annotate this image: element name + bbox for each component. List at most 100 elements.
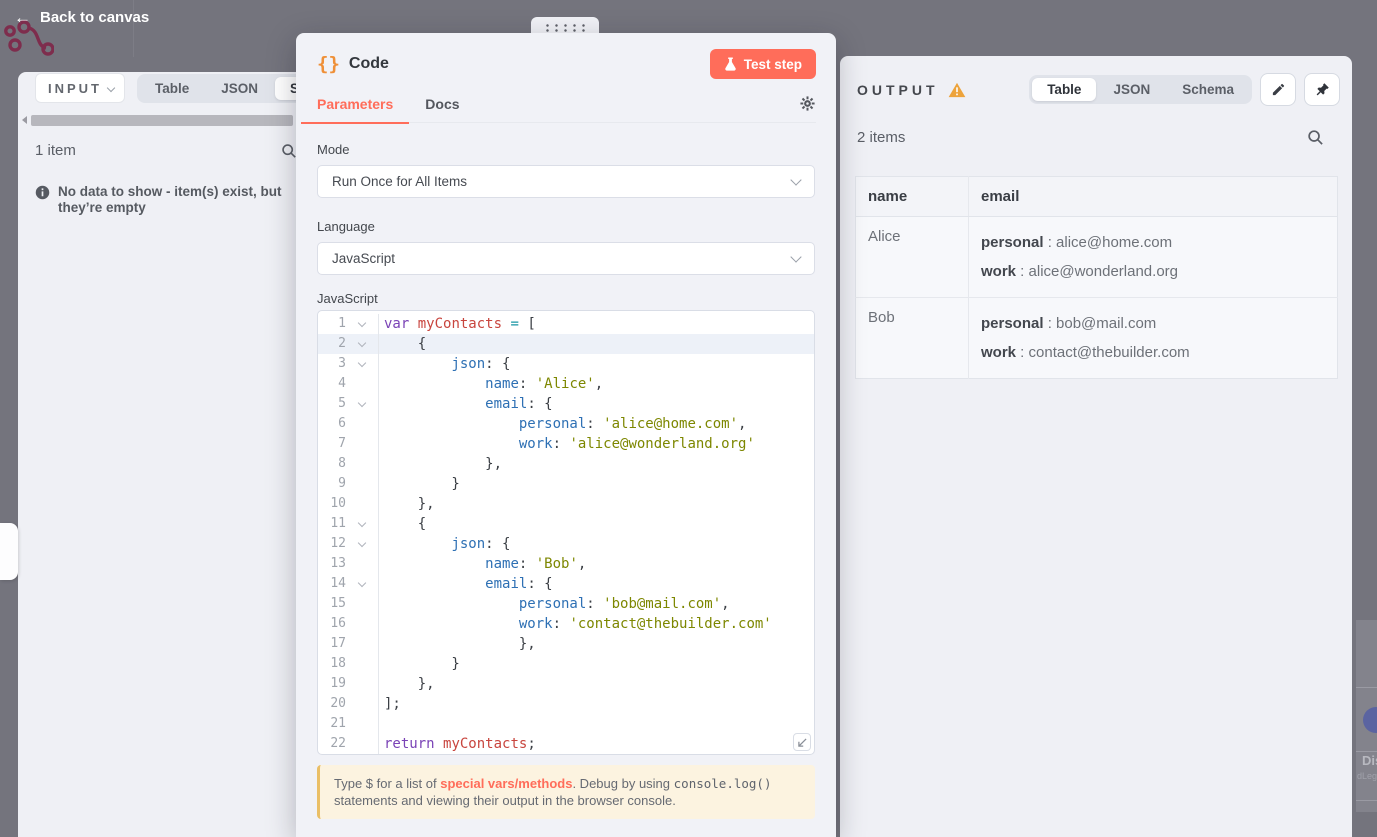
line-number: 19	[330, 676, 346, 691]
input-selector-dropdown[interactable]: INPUT	[35, 73, 125, 103]
scrollbar-thumb[interactable]	[31, 114, 293, 126]
node-edge-line	[1356, 800, 1377, 801]
code-line[interactable]: 9 }	[318, 474, 814, 494]
code-text: ];	[384, 696, 401, 712]
pin-data-button[interactable]	[1304, 73, 1340, 106]
fold-gutter	[346, 414, 379, 434]
line-number: 13	[330, 556, 346, 571]
code-line[interactable]: 13 name: 'Bob',	[318, 554, 814, 574]
code-line[interactable]: 2 {	[318, 334, 814, 354]
test-step-button[interactable]: Test step	[709, 49, 816, 79]
line-number: 14	[330, 576, 346, 591]
edit-output-button[interactable]	[1260, 73, 1296, 106]
back-to-canvas-label: Back to canvas	[40, 9, 150, 26]
search-icon[interactable]	[281, 143, 297, 159]
code-line[interactable]: 18 }	[318, 654, 814, 674]
code-line[interactable]: 10 },	[318, 494, 814, 514]
fold-gutter	[346, 374, 379, 394]
fold-chevron-icon[interactable]	[357, 398, 367, 408]
code-line[interactable]: 12 json: {	[318, 534, 814, 554]
editor-resize-handle[interactable]	[793, 733, 811, 751]
code-line[interactable]: 6 personal: 'alice@home.com',	[318, 414, 814, 434]
input-collapse-handle[interactable]	[0, 523, 18, 580]
test-step-label: Test step	[743, 56, 802, 72]
code-line[interactable]: 3 json: {	[318, 354, 814, 374]
fold-gutter	[346, 454, 379, 474]
cell-email: personal : alice@home.com work : alice@wo…	[968, 216, 1338, 298]
scroll-left-arrow-icon[interactable]	[22, 116, 27, 124]
special-vars-link[interactable]: special vars/methods	[440, 776, 572, 791]
warning-icon	[948, 82, 965, 97]
line-number: 12	[330, 536, 346, 551]
column-header-email[interactable]: email	[968, 176, 1338, 217]
fold-chevron-icon[interactable]	[357, 518, 367, 528]
code-text: },	[384, 496, 435, 512]
fold-gutter	[346, 394, 379, 414]
back-to-canvas-link[interactable]: ← Back to canvas	[14, 9, 149, 26]
language-field-label: Language	[317, 219, 375, 234]
fold-chevron-icon[interactable]	[357, 318, 367, 328]
node-edge-line	[1356, 687, 1377, 688]
code-line[interactable]: 15 personal: 'bob@mail.com',	[318, 594, 814, 614]
fold-chevron-icon[interactable]	[357, 358, 367, 368]
cell-email: personal : bob@mail.com work : contact@th…	[968, 297, 1338, 379]
code-line[interactable]: 19 },	[318, 674, 814, 694]
console-log-code: console.log()	[673, 776, 772, 791]
fold-chevron-icon[interactable]	[357, 578, 367, 588]
table-row[interactable]: Bob personal : bob@mail.com work : contact…	[856, 297, 1338, 379]
resize-icon	[797, 737, 807, 747]
flask-icon	[724, 57, 736, 71]
tab-parameters[interactable]: Parameters	[301, 93, 410, 124]
code-editor-label: JavaScript	[317, 291, 378, 306]
edit-icon	[1272, 83, 1284, 96]
tab-docs[interactable]: Docs	[409, 93, 475, 122]
code-editor[interactable]: 1 var myContacts = [2 {3 json: {4 name: '…	[317, 310, 815, 755]
language-select[interactable]: JavaScript	[317, 242, 815, 275]
code-line[interactable]: 21	[318, 714, 814, 734]
background-workflow-node: Dis dLega	[1356, 620, 1377, 812]
code-line[interactable]: 17 },	[318, 634, 814, 654]
gear-icon[interactable]	[799, 95, 816, 112]
fold-gutter	[346, 534, 379, 554]
code-text: },	[384, 456, 503, 472]
table-row[interactable]: Alice personal : alice@home.com work : ali…	[855, 216, 1338, 298]
fold-gutter	[346, 734, 379, 754]
code-text: name: 'Bob',	[485, 556, 587, 572]
fold-gutter	[346, 354, 379, 374]
input-panel-title: INPUT	[48, 80, 102, 96]
fold-chevron-icon[interactable]	[357, 338, 367, 348]
code-line[interactable]: 22 return myContacts;	[318, 734, 814, 754]
code-line[interactable]: 20];	[318, 694, 814, 714]
line-number: 6	[338, 416, 346, 431]
code-line[interactable]: 7 work: 'alice@wonderland.org'	[318, 434, 814, 454]
code-line[interactable]: 11 {	[318, 514, 814, 534]
output-tab-json[interactable]: JSON	[1098, 78, 1165, 101]
input-tab-table[interactable]: Table	[140, 77, 204, 100]
line-number: 5	[338, 396, 346, 411]
line-number: 22	[330, 736, 346, 751]
output-tab-table[interactable]: Table	[1032, 78, 1097, 101]
language-select-value: JavaScript	[332, 251, 396, 266]
output-tab-schema[interactable]: Schema	[1167, 78, 1249, 101]
code-text: email: {	[485, 396, 553, 412]
cell-name: Bob	[868, 309, 895, 326]
line-number: 15	[330, 596, 346, 611]
code-line[interactable]: 5 email: {	[318, 394, 814, 414]
fold-gutter	[346, 574, 379, 594]
mode-select[interactable]: Run Once for All Items	[317, 165, 815, 198]
fold-chevron-icon[interactable]	[357, 538, 367, 548]
mode-field-label: Mode	[317, 142, 350, 157]
code-line[interactable]: 14 email: {	[318, 574, 814, 594]
input-tab-json[interactable]: JSON	[206, 77, 273, 100]
fold-gutter	[346, 554, 379, 574]
search-icon[interactable]	[1307, 129, 1324, 146]
node-title-fragment: Dis	[1362, 753, 1377, 768]
code-line[interactable]: 16 work: 'contact@thebuilder.com'	[318, 614, 814, 634]
code-line[interactable]: 4 name: 'Alice',	[318, 374, 814, 394]
line-number: 7	[338, 436, 346, 451]
code-line[interactable]: 8 },	[318, 454, 814, 474]
code-line[interactable]: 1 var myContacts = [	[318, 314, 814, 334]
column-header-name[interactable]: name	[855, 176, 969, 217]
fold-gutter	[346, 594, 379, 614]
